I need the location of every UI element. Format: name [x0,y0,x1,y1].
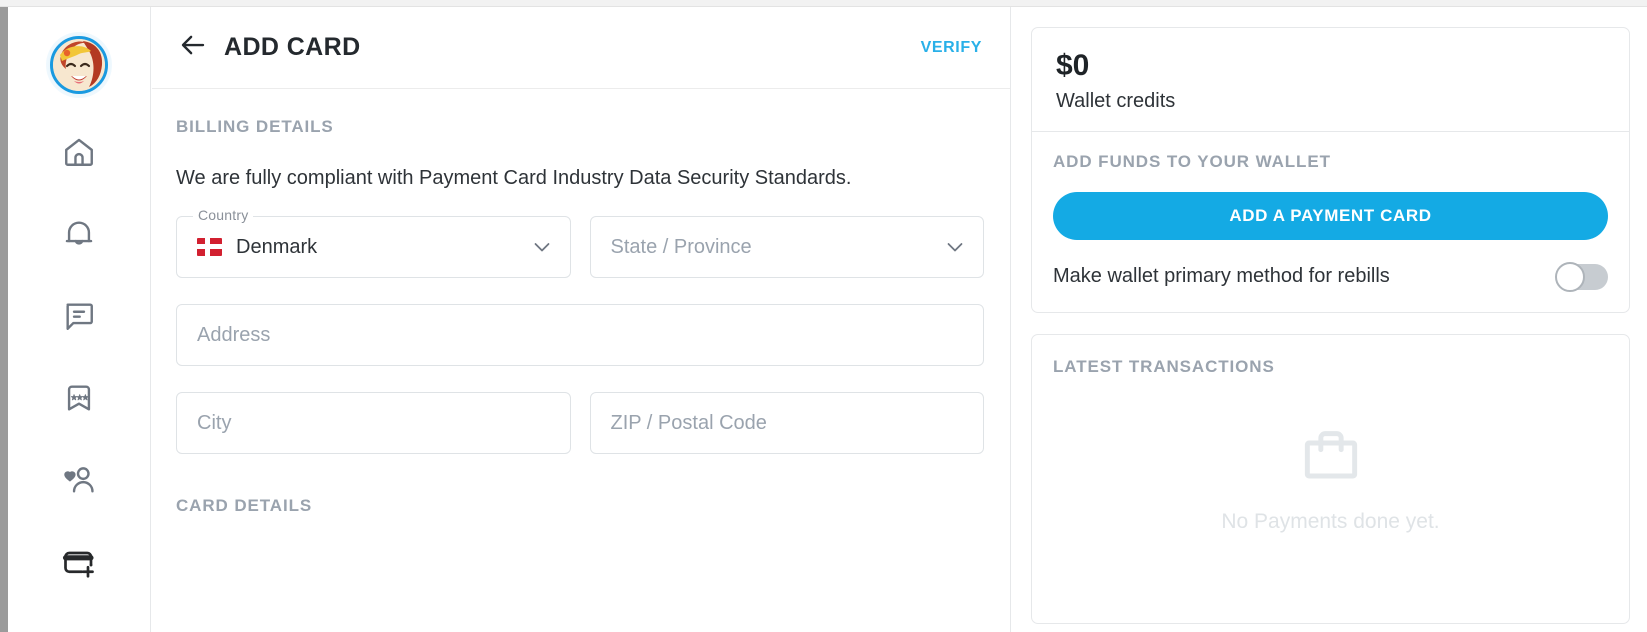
city-input[interactable]: City [176,392,571,454]
city-zip-row: City ZIP / Postal Code [176,392,984,454]
toggle-knob [1555,261,1585,292]
address-input[interactable]: Address [176,304,984,366]
country-value: Denmark [236,235,318,258]
back-arrow-icon [178,30,208,65]
sidebar-item-favorites[interactable] [51,370,107,426]
shopping-bag-icon [1298,421,1364,492]
bell-icon [62,217,96,251]
city-placeholder: City [197,411,232,434]
state-select[interactable]: State / Province [589,216,984,278]
latest-transactions-heading: LATEST TRANSACTIONS [1053,356,1275,376]
transactions-empty-text: No Payments done yet. [1221,509,1440,533]
sidebar-nav [8,7,151,632]
credit-card-add-icon [61,544,97,580]
sidebar-item-home[interactable] [51,124,107,180]
page-title: ADD CARD [224,33,361,61]
wallet-amount: $0 [1056,49,1090,82]
country-state-row: Country Denmark State / Province [176,207,984,278]
home-icon [62,135,96,169]
chevron-down-icon [530,235,554,259]
wallet-balance-section: $0 Wallet credits [1032,28,1629,131]
address-placeholder: Address [197,323,271,346]
primary-method-row: Make wallet primary method for rebills [1053,261,1608,292]
billing-details-heading: BILLING DETAILS [176,117,334,136]
wallet-sidebar: $0 Wallet credits ADD FUNDS TO YOUR WALL… [1012,7,1647,632]
window-top-strip [0,0,1647,7]
avatar-ring [50,36,108,94]
app-viewport: ADD CARD VERIFY BILLING DETAILS We are f… [0,0,1647,632]
back-button[interactable] [176,31,210,65]
person-heart-icon [62,463,96,497]
transactions-empty-state: No Payments done yet. [1053,421,1608,534]
panel-body: BILLING DETAILS We are fully compliant w… [152,89,1010,516]
zip-input[interactable]: ZIP / Postal Code [589,392,984,454]
wallet-credits-label: Wallet credits [1056,89,1176,112]
add-payment-card-button[interactable]: ADD A PAYMENT CARD [1053,191,1608,240]
panel-header: ADD CARD VERIFY [152,7,1010,89]
verify-link[interactable]: VERIFY [921,39,982,57]
transactions-inner: LATEST TRANSACTIONS No Payments done yet… [1032,335,1629,534]
chat-icon [62,299,96,333]
user-avatar-illustration [53,39,105,91]
sidebar-item-payments[interactable] [51,534,107,590]
transactions-card: LATEST TRANSACTIONS No Payments done yet… [1031,333,1630,624]
card-details-heading: CARD DETAILS [176,496,313,515]
avatar[interactable] [46,32,112,98]
chevron-down-icon [943,235,967,259]
primary-method-toggle[interactable] [1555,261,1608,292]
sidebar-item-messages[interactable] [51,288,107,344]
country-field-label: Country [193,207,254,223]
sidebar-item-notifications[interactable] [51,206,107,262]
compliance-text: We are fully compliant with Payment Card… [176,167,852,189]
add-card-panel: ADD CARD VERIFY BILLING DETAILS We are f… [152,7,1011,632]
left-edge-gutter [0,7,8,632]
wallet-card: $0 Wallet credits ADD FUNDS TO YOUR WALL… [1031,27,1630,313]
add-funds-section: ADD FUNDS TO YOUR WALLET ADD A PAYMENT C… [1032,132,1629,312]
sidebar-item-friends[interactable] [51,452,107,508]
country-select[interactable]: Country Denmark [176,207,571,278]
bookmark-stars-icon [62,381,96,415]
zip-placeholder: ZIP / Postal Code [610,411,767,434]
state-placeholder: State / Province [610,235,752,258]
denmark-flag-icon [197,238,222,256]
address-row: Address [176,304,984,366]
primary-method-label: Make wallet primary method for rebills [1053,265,1390,287]
add-funds-heading: ADD FUNDS TO YOUR WALLET [1053,151,1331,171]
